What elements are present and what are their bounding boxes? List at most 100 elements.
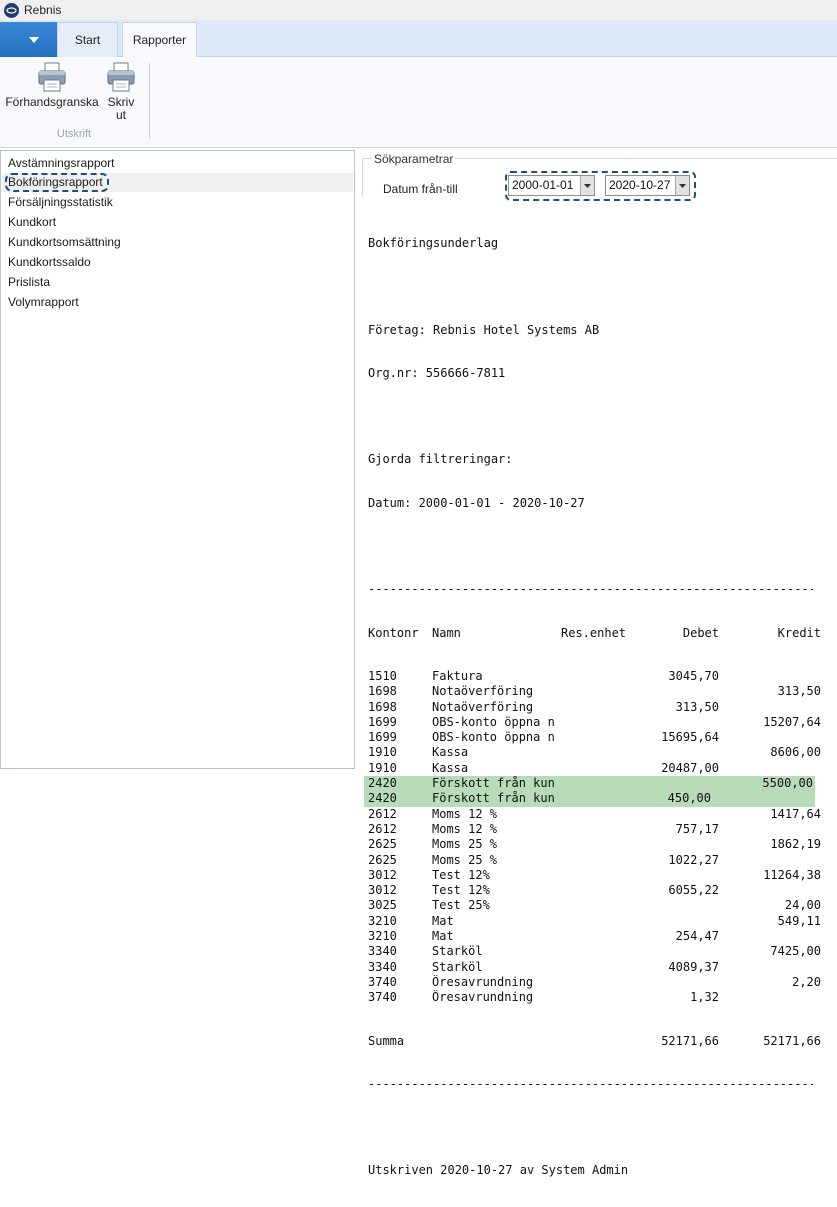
table-row: 2612 Moms 12 % 1417,64: [368, 807, 823, 822]
table-row: 3012 Test 12% 11264,38: [368, 868, 823, 883]
cell-namn: Öresavrundning: [432, 974, 534, 989]
list-item[interactable]: Försäljningsstatistik: [2, 193, 353, 212]
cell-debet: 20487,00: [661, 760, 719, 775]
printer-icon: [107, 62, 135, 92]
cell-debet: 6055,22: [668, 883, 719, 898]
table-row: 2420 Förskott från kun 450,00: [364, 791, 815, 807]
table-row: 1698 Notaöverföring 313,50: [368, 684, 823, 699]
window-title: Rebnis: [24, 3, 62, 17]
app-logo-icon: [4, 2, 19, 18]
col-resenhet: Res.enhet: [561, 625, 627, 640]
table-row: 2612 Moms 12 % 757,17: [368, 822, 823, 837]
list-item[interactable]: Prislista: [2, 273, 353, 292]
cell-debet: 313,50: [675, 699, 719, 714]
cell-kredit: 7425,00: [770, 944, 821, 959]
col-kredit: Kredit: [777, 625, 821, 640]
cell-kontonr: 3012: [368, 867, 397, 882]
summa-debet: 52171,66: [661, 1033, 719, 1048]
calendar-dropdown-button[interactable]: [675, 176, 689, 195]
column-header-row: Kontonr Namn Res.enhet Debet Kredit: [368, 626, 823, 641]
list-item-selected[interactable]: Bokföringsrapport: [2, 173, 353, 192]
ribbon: Förhandsgranska Skriv ut Utskrift: [0, 57, 837, 148]
date-range-label: Datum från-till: [383, 182, 458, 196]
col-namn: Namn: [432, 625, 461, 640]
report-rows: 1510 Faktura 3045,70 1698 Notaöverföring 313,…: [364, 668, 823, 1006]
report-preview: Bokföringsunderlag Företag: Rebnis Hotel…: [364, 208, 823, 1207]
cell-kredit: 549,11: [777, 913, 821, 928]
cell-debet: 757,17: [675, 821, 719, 836]
tab-start[interactable]: Start: [57, 22, 118, 57]
report-list[interactable]: Avstämningsrapport Bokföringsrapport För…: [0, 150, 355, 769]
ribbon-group-label: Utskrift: [56, 128, 92, 140]
table-row: 3210 Mat 549,11: [368, 914, 823, 929]
preview-label: Förhandsgranska: [5, 95, 99, 109]
cell-kontonr: 2612: [368, 821, 397, 836]
company-line: Företag: Rebnis Hotel Systems AB: [368, 322, 600, 337]
list-item[interactable]: Kundkortssaldo: [2, 253, 353, 272]
cell-namn: Starköl: [432, 944, 483, 959]
table-row: 3025 Test 25% 24,00: [368, 898, 823, 913]
cell-kontonr: 1698: [368, 699, 397, 714]
cell-kredit: 5500,00: [762, 776, 813, 791]
list-item[interactable]: Avstämningsrapport: [2, 154, 353, 173]
tab-rapporter[interactable]: Rapporter: [122, 22, 197, 58]
cell-namn: Moms 25 %: [432, 837, 498, 852]
cell-debet: 1022,27: [668, 852, 719, 867]
table-row: 3740 Öresavrundning 2,20: [368, 975, 823, 990]
cell-debet: 450,00: [667, 791, 711, 806]
cell-namn: Notaöverföring: [432, 684, 534, 699]
cell-kontonr: 1510: [368, 668, 397, 683]
cell-namn: Moms 12 %: [432, 821, 498, 836]
col-kontonr: Kontonr: [368, 625, 419, 640]
date-to-picker[interactable]: 2020-10-27: [605, 175, 690, 196]
print-button[interactable]: Skriv ut: [104, 61, 138, 122]
search-params-group: Sökparametrar Datum från-till 2000-01-01…: [362, 152, 837, 201]
cell-kontonr: 3025: [368, 898, 397, 913]
cell-kontonr: 1699: [368, 714, 397, 729]
calendar-dropdown-button[interactable]: [580, 176, 594, 195]
date-from-picker[interactable]: 2000-01-01: [508, 175, 595, 196]
print-label-line2: ut: [115, 108, 126, 122]
cell-kontonr: 3340: [368, 959, 397, 974]
cell-kontonr: 1699: [368, 730, 397, 745]
list-item[interactable]: Volymrapport: [2, 293, 353, 312]
table-row: 1910 Kassa 8606,00: [368, 745, 823, 760]
separator-line: ----------------------------------------…: [368, 1076, 813, 1091]
table-row: 3340 Starköl 4089,37: [368, 960, 823, 975]
cell-kontonr: 3740: [368, 974, 397, 989]
table-row: 1910 Kassa 20487,00: [368, 761, 823, 776]
cell-kredit: 8606,00: [770, 745, 821, 760]
preview-button[interactable]: Förhandsgranska: [5, 61, 99, 109]
chevron-down-icon: [28, 36, 39, 43]
filter-heading: Gjorda filtreringar:: [368, 452, 513, 467]
report-heading: Bokföringsunderlag: [368, 236, 499, 250]
cell-debet: 254,47: [675, 929, 719, 944]
list-item[interactable]: Kundkortsomsättning: [2, 233, 353, 252]
col-debet: Debet: [682, 625, 719, 640]
list-item[interactable]: Kundkort: [2, 213, 353, 232]
cell-namn: Test 12%: [432, 867, 490, 882]
cell-namn: Moms 25 %: [432, 852, 498, 867]
cell-kontonr: 3340: [368, 944, 397, 959]
cell-namn: Moms 12 %: [432, 806, 498, 821]
cell-kredit: 11264,38: [763, 867, 821, 882]
table-row: 2625 Moms 25 % 1862,19: [368, 837, 823, 852]
cell-namn: Mat: [432, 929, 454, 944]
params-title: Sökparametrar: [372, 152, 456, 166]
cell-namn: Öresavrundning: [432, 990, 534, 1005]
cell-debet: 1,32: [690, 990, 719, 1005]
cell-namn: Kassa: [432, 760, 469, 775]
cell-debet: 15695,64: [661, 730, 719, 745]
cell-namn: Starköl: [432, 959, 483, 974]
cell-kontonr: 2420: [368, 776, 397, 791]
cell-kontonr: 2625: [368, 837, 397, 852]
cell-kredit: 24,00: [784, 898, 821, 913]
cell-kontonr: 1698: [368, 684, 397, 699]
date-to-value: 2020-10-27: [609, 178, 671, 192]
cell-kontonr: 3210: [368, 913, 397, 928]
cell-kontonr: 2420: [368, 791, 397, 806]
chevron-down-icon: [679, 183, 686, 188]
cell-namn: Test 25%: [432, 898, 490, 913]
cell-kontonr: 2625: [368, 852, 397, 867]
table-row: 1699 OBS-konto öppna n 15207,64: [368, 715, 823, 730]
